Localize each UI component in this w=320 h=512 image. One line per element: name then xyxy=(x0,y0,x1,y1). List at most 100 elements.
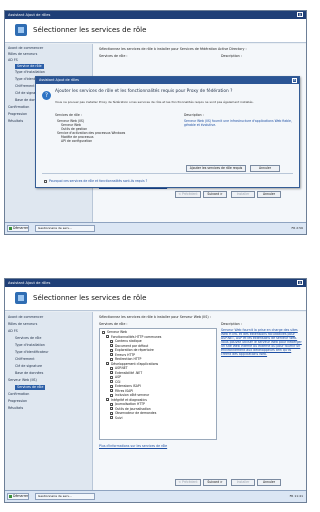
tree-item-label: Redirection HTTP xyxy=(115,357,142,361)
checkbox[interactable] xyxy=(110,389,113,392)
taskbar-item[interactable]: Gestionnaire de serv... xyxy=(35,493,95,500)
wizard-nav: Avant de commencer Rôles de serveurs AD … xyxy=(5,312,93,490)
instructions: Sélectionnez les services de rôle à inst… xyxy=(99,315,211,319)
nav-item[interactable]: Progression xyxy=(8,399,27,404)
more-info-link[interactable]: Plus d'informations sur les services de … xyxy=(99,444,167,448)
checkbox[interactable] xyxy=(110,411,113,415)
install-button[interactable]: Installer xyxy=(231,479,255,486)
start-button[interactable]: Démarrer xyxy=(7,225,29,232)
nav-item[interactable]: AD FS xyxy=(8,58,18,63)
checkbox[interactable] xyxy=(110,380,113,383)
roles-column-header: Services de rôle : xyxy=(99,322,128,326)
add-required-services-button[interactable]: Ajouter les services de rôle requis xyxy=(186,165,246,172)
nav-item[interactable]: Résultats xyxy=(8,406,23,411)
checkbox[interactable] xyxy=(110,375,113,379)
install-button[interactable]: Installer xyxy=(231,191,255,198)
nav-item[interactable]: Rôles de serveurs xyxy=(8,52,37,57)
nav-item[interactable]: Avant de commencer xyxy=(8,46,43,51)
nav-item[interactable]: Base de données xyxy=(15,371,43,376)
dialog-question: Ajouter les services de rôle et les fonc… xyxy=(55,89,233,94)
window-title: Assistant Ajout de rôles xyxy=(8,13,51,17)
checkbox[interactable] xyxy=(110,353,113,356)
checkbox[interactable] xyxy=(110,366,113,370)
previous-button[interactable]: < Précédent xyxy=(175,479,201,486)
dialog-title: Assistant Ajout de rôles xyxy=(39,78,79,82)
nav-item[interactable]: Confirmation xyxy=(8,105,29,110)
window-titlebar: Assistant Ajout de rôles × xyxy=(5,279,306,287)
checkbox[interactable] xyxy=(106,335,109,338)
tree-item-label: Journalisation HTTP xyxy=(115,402,145,406)
tree-item-label: Fonctionnalités HTTP communes xyxy=(111,334,162,339)
previous-button[interactable]: < Précédent xyxy=(175,191,201,198)
tree-item-label: Contenu statique xyxy=(115,339,142,343)
info-icon xyxy=(44,179,47,183)
window-title: Assistant Ajout de rôles xyxy=(8,281,51,285)
why-required-text: Pourquoi ces services de rôle et fonctio… xyxy=(49,179,148,183)
tree-item-label: Suivi xyxy=(115,415,123,420)
checkbox[interactable] xyxy=(110,344,113,347)
checkbox[interactable] xyxy=(106,398,109,401)
nav-item[interactable]: AD FS xyxy=(8,329,18,334)
checkbox[interactable] xyxy=(110,371,113,374)
next-button[interactable]: Suivant > xyxy=(203,479,227,486)
list-header: Services de rôle : xyxy=(55,113,82,117)
role-services-tree[interactable]: Serveur Web Fonctionnalités HTTP commune… xyxy=(99,328,217,440)
nav-item[interactable]: Services de rôle xyxy=(15,336,41,341)
dialog-description: Description : Serveur Web (IIS) fournit … xyxy=(184,113,294,127)
checkbox[interactable] xyxy=(110,402,113,406)
wizard-header: Sélectionner les services de rôle xyxy=(5,19,306,43)
tree-item-label: Serveur Web xyxy=(107,330,127,334)
checkbox[interactable] xyxy=(110,416,113,419)
close-icon[interactable]: × xyxy=(297,280,303,285)
tree-item-label: Filtres ISAPI xyxy=(115,388,134,393)
nav-item[interactable]: Confirmation xyxy=(8,392,29,397)
tree-item-label: Observateur de demandes xyxy=(115,411,157,415)
checkbox[interactable] xyxy=(110,407,113,410)
nav-item[interactable]: Clé de signature xyxy=(15,364,42,369)
dialog-cancel-button[interactable]: Annuler xyxy=(250,165,280,172)
nav-item[interactable]: Rôles de serveurs xyxy=(8,322,37,327)
dialog-subtext: Vous ne pouvez pas installer Proxy de fé… xyxy=(55,100,254,104)
nav-item[interactable]: Type d'installation xyxy=(15,343,45,348)
start-button[interactable]: Démarrer xyxy=(7,493,29,500)
checkbox[interactable] xyxy=(110,339,113,343)
close-icon[interactable]: × xyxy=(297,12,303,17)
taskbar-item[interactable]: Gestionnaire de serv... xyxy=(35,225,95,232)
nav-item[interactable]: Progression xyxy=(8,112,27,117)
cancel-button[interactable]: Annuler xyxy=(257,479,281,486)
checkbox[interactable] xyxy=(106,362,109,365)
checkbox[interactable] xyxy=(110,384,113,388)
nav-item[interactable]: Type d'installation xyxy=(15,70,45,75)
roles-icon xyxy=(15,292,27,304)
tree-item-label: Développement d'applications xyxy=(111,361,159,366)
nav-item[interactable]: Chiffrement xyxy=(15,357,35,362)
nav-item-active[interactable]: Service de rôle xyxy=(15,64,44,69)
system-tray-clock: FR 11:41 xyxy=(289,494,303,498)
nav-item[interactable]: Avant de commencer xyxy=(8,315,43,320)
tree-item-label: ASP.NET xyxy=(115,366,128,370)
checkbox[interactable] xyxy=(110,393,113,397)
page-title: Sélectionner les services de rôle xyxy=(33,26,147,34)
checkbox[interactable] xyxy=(110,357,113,361)
window-titlebar: Assistant Ajout de rôles × xyxy=(5,11,306,19)
nav-item[interactable]: Résultats xyxy=(8,119,23,124)
wizard-window-bottom: Assistant Ajout de rôles × Sélectionner … xyxy=(4,278,307,503)
checkbox[interactable] xyxy=(110,348,113,352)
cancel-button[interactable]: Annuler xyxy=(257,191,281,198)
nav-item-active[interactable]: Services de rôle xyxy=(15,385,46,390)
tree-item-label: Document par défaut xyxy=(115,343,149,348)
tree-item-label: Intégrité et diagnostics xyxy=(111,397,147,402)
roles-icon xyxy=(15,24,27,36)
tree-item[interactable]: Suivi xyxy=(110,416,122,421)
description-column-header: Description : xyxy=(221,54,242,58)
checkbox[interactable] xyxy=(102,330,105,334)
next-button[interactable]: Suivant > xyxy=(203,191,227,198)
page-title: Sélectionner les services de rôle xyxy=(33,294,147,302)
add-required-services-dialog: Assistant Ajout de rôles × ? Ajouter les… xyxy=(35,76,300,188)
why-required-link[interactable]: Pourquoi ces services de rôle et fonctio… xyxy=(44,179,147,183)
nav-item[interactable]: Type d'identificateur xyxy=(15,350,49,355)
tree-item-label: Exploration de répertoire xyxy=(115,348,154,352)
nav-item[interactable]: Serveur Web (IIS) xyxy=(8,378,37,383)
close-icon[interactable]: × xyxy=(292,77,297,83)
nav-item[interactable]: Chiffrement xyxy=(15,84,35,89)
